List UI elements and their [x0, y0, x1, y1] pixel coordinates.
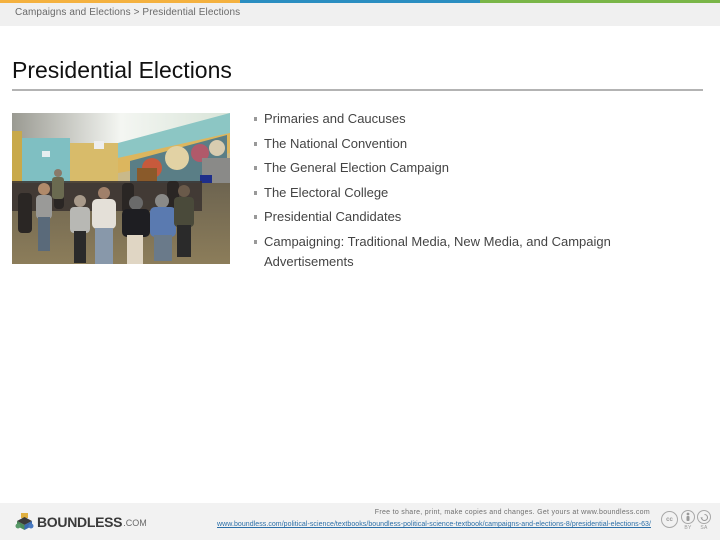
topic-item-general-election[interactable]: The General Election Campaign — [254, 158, 674, 178]
cc-license-badge[interactable]: cc BY SA — [661, 510, 713, 531]
share-alike-icon — [697, 510, 711, 524]
cc-by: BY — [681, 510, 695, 531]
topic-list: Primaries and Caucuses The National Conv… — [254, 109, 674, 276]
bullet-icon — [254, 239, 257, 244]
cc-sa-label: SA — [700, 525, 708, 531]
bullet-icon — [254, 190, 257, 195]
cc-icon: cc — [661, 511, 678, 528]
topic-label: The Electoral College — [264, 184, 389, 200]
topic-label: The National Convention — [264, 135, 408, 151]
photo-crowd-icon — [12, 113, 230, 264]
title-divider — [12, 89, 703, 91]
breadcrumb-item-current: Presidential Elections — [142, 7, 241, 18]
topic-item-candidates[interactable]: Presidential Candidates — [254, 207, 674, 227]
breadcrumb-bar: Campaigns and Elections > Presidential E… — [0, 3, 720, 26]
source-link[interactable]: www.boundless.com/political-science/text… — [217, 521, 651, 528]
slide: Campaigns and Elections > Presidential E… — [0, 0, 720, 540]
topic-item-electoral-college[interactable]: The Electoral College — [254, 183, 674, 203]
bullet-icon — [254, 166, 257, 170]
topic-label: Campaigning: Traditional Media, New Medi… — [264, 233, 611, 269]
bullet-icon — [254, 215, 257, 219]
cc-by-label: BY — [684, 525, 692, 531]
topic-label: Primaries and Caucuses — [264, 111, 406, 126]
logo-text: BOUNDLESS — [37, 513, 123, 530]
boundless-logo-icon — [15, 513, 34, 530]
footer: BOUNDLESS .COM Free to share, print, mak… — [0, 503, 720, 540]
share-notice: Free to share, print, make copies and ch… — [374, 509, 650, 516]
bullet-icon — [254, 141, 257, 146]
attribution-icon — [681, 510, 695, 524]
cc-sa: SA — [697, 510, 711, 531]
breadcrumb-item-chapter[interactable]: Campaigns and Elections — [15, 7, 131, 18]
page-title: Presidential Elections — [12, 57, 232, 83]
topic-label: Presidential Candidates — [264, 209, 402, 224]
boundless-logo[interactable]: BOUNDLESS .COM — [15, 513, 147, 530]
cc-label: cc — [666, 516, 673, 523]
topic-item-primaries[interactable]: Primaries and Caucuses — [254, 109, 674, 129]
caucus-photo — [12, 113, 230, 264]
topic-item-national-convention[interactable]: The National Convention — [254, 134, 674, 154]
breadcrumb: Campaigns and Elections > Presidential E… — [15, 7, 240, 18]
logo-suffix: .COM — [123, 518, 147, 528]
topic-item-campaigning[interactable]: Campaigning: Traditional Media, New Medi… — [254, 232, 674, 272]
topic-label: The General Election Campaign — [264, 160, 449, 175]
bullet-icon — [254, 117, 257, 121]
